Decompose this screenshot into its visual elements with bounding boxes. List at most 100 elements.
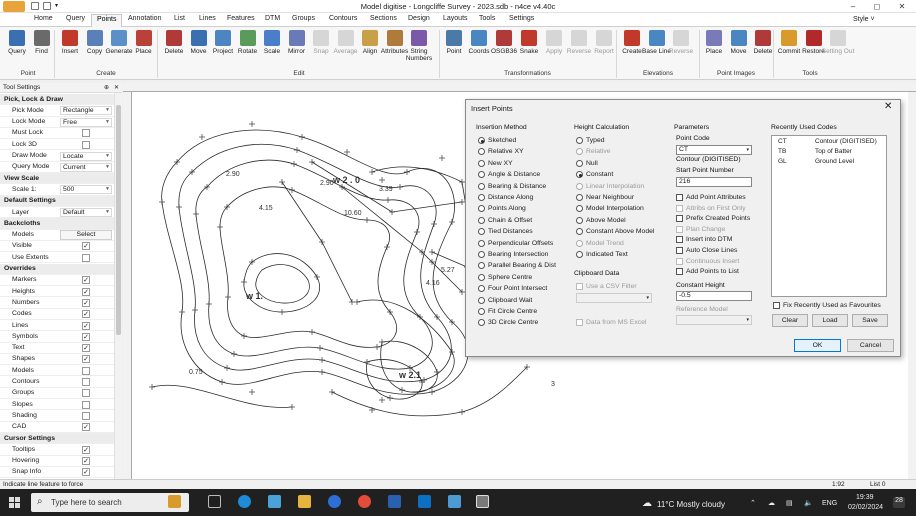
tab-settings[interactable]: Settings — [509, 15, 534, 22]
briefcase-icon[interactable] — [168, 495, 181, 508]
language-indicator[interactable]: ENG — [822, 500, 837, 507]
panel-section-pick-lock-draw[interactable]: ▪Pick, Lock & Draw — [0, 94, 114, 106]
tab-sections[interactable]: Sections — [370, 15, 397, 22]
tab-features[interactable]: Features — [227, 15, 255, 22]
markers-checkbox[interactable]: ✓ — [82, 276, 90, 285]
lock-3d-checkbox[interactable] — [82, 140, 90, 149]
visible-checkbox[interactable]: ✓ — [82, 242, 90, 251]
chrome-icon[interactable] — [358, 495, 371, 508]
transformations-report-button[interactable]: Report — [592, 30, 616, 70]
start-point-input[interactable]: 216 — [676, 177, 752, 187]
panel-section-overrides[interactable]: ▪Overrides — [0, 263, 114, 275]
outlook-icon[interactable] — [418, 495, 431, 508]
reference-model-select[interactable]: ▾ — [676, 315, 752, 325]
must-lock-checkbox[interactable] — [82, 129, 90, 138]
taskbar-search-box[interactable]: ⌕ Type here to search — [31, 493, 189, 512]
n4ce-taskbar-icon[interactable] — [476, 495, 489, 508]
canvas-vertical-scrollbar[interactable] — [908, 92, 916, 479]
draw-mode-select[interactable]: Locate ▼ — [60, 151, 112, 161]
onedrive-icon[interactable]: ☁ — [768, 499, 775, 507]
recent-code-row[interactable]: CT Contour (DIGITISED) — [772, 138, 886, 147]
models-select-button[interactable]: Select — [60, 229, 112, 240]
tab-query[interactable]: Query — [66, 15, 85, 22]
load-button[interactable]: Load — [812, 314, 848, 327]
tooltips-checkbox[interactable]: ✓ — [82, 445, 90, 454]
tab-contours[interactable]: Contours — [329, 15, 357, 22]
tray-chevron-icon[interactable]: ⌃ — [750, 499, 756, 507]
symbols-checkbox[interactable]: ✓ — [82, 332, 90, 341]
file-explorer-icon[interactable] — [298, 495, 311, 508]
tab-groups[interactable]: Groups — [292, 15, 315, 22]
close-window-button[interactable]: ✕ — [890, 1, 914, 12]
slopes-checkbox[interactable] — [82, 400, 90, 409]
tab-home[interactable]: Home — [34, 15, 53, 22]
cad-checkbox[interactable]: ✓ — [82, 423, 90, 432]
tab-lines[interactable]: Lines — [199, 15, 216, 22]
pick-mode-select[interactable]: Rectangle ▼ — [60, 106, 112, 116]
dialog-close-button[interactable]: ✕ — [884, 101, 892, 112]
hovering-checkbox[interactable]: ✓ — [82, 457, 90, 466]
codes-checkbox[interactable]: ✓ — [82, 310, 90, 319]
tab-annotation[interactable]: Annotation — [128, 15, 161, 22]
windows-start-icon[interactable] — [9, 497, 20, 508]
elevations-reverse-button[interactable]: Reverse — [669, 30, 693, 70]
edge-browser-icon[interactable] — [238, 495, 251, 508]
panel-scrollbar[interactable] — [114, 93, 122, 479]
query-mode-select[interactable]: Current ▼ — [60, 162, 112, 172]
contours-checkbox[interactable] — [82, 378, 90, 386]
zoom-icon[interactable] — [328, 495, 341, 508]
edit-string-numbers-button[interactable]: String Numbers — [406, 30, 432, 70]
save-button[interactable]: Save — [852, 314, 888, 327]
network-icon[interactable]: ▤ — [786, 499, 793, 507]
models-checkbox[interactable] — [82, 366, 90, 375]
word-icon[interactable] — [388, 495, 401, 508]
recent-codes-list[interactable]: CT Contour (DIGITISED) TB Top of Batter GL Gr… — [771, 135, 887, 297]
numbers-checkbox[interactable]: ✓ — [82, 298, 90, 307]
constant-height-input[interactable]: -0.5 — [676, 291, 752, 301]
tab-layouts[interactable]: Layouts — [443, 15, 468, 22]
recent-code-row[interactable]: TB Top of Batter — [772, 148, 886, 157]
csv-filter-select[interactable]: ▾ — [576, 293, 652, 303]
point-find-button[interactable]: Find — [30, 30, 54, 70]
groups-checkbox[interactable] — [82, 389, 90, 398]
pin-icon[interactable]: ⊕ — [104, 84, 109, 91]
lock-mode-select[interactable]: Free ▼ — [60, 117, 112, 127]
style-menu[interactable]: Style ˅ — [853, 16, 875, 23]
lines-checkbox[interactable]: ✓ — [82, 321, 90, 330]
volume-icon[interactable]: 🔈 — [804, 499, 813, 507]
panel-close-icon[interactable]: ✕ — [114, 84, 119, 91]
tab-points[interactable]: Points — [91, 14, 123, 27]
create-place-button[interactable]: Place — [132, 30, 156, 70]
heights-checkbox[interactable]: ✓ — [82, 287, 90, 296]
recent-code-row[interactable]: GL Ground Level — [772, 158, 886, 167]
panel-section-default-settings[interactable]: ▪Default Settings — [0, 195, 114, 207]
mail-icon[interactable] — [448, 495, 461, 508]
panel-section-backcloths[interactable]: ▪Backcloths — [0, 218, 114, 230]
use-extents-checkbox[interactable] — [82, 253, 90, 262]
shading-checkbox[interactable] — [82, 411, 90, 420]
maximize-button[interactable]: ◻ — [865, 1, 889, 12]
panel-section-cursor-settings[interactable]: ▪Cursor Settings — [0, 433, 114, 445]
snap-info-checkbox[interactable]: ✓ — [82, 468, 90, 477]
minimize-button[interactable]: – — [841, 1, 865, 12]
shapes-checkbox[interactable]: ✓ — [82, 355, 90, 364]
task-view-icon[interactable] — [208, 495, 221, 508]
clear-button[interactable]: Clear — [772, 314, 808, 327]
notification-badge[interactable]: 28 — [893, 497, 905, 508]
point-code-select[interactable]: CT ▾ — [676, 145, 752, 155]
scale-1-select[interactable]: 500 ▼ — [60, 185, 112, 195]
tab-design[interactable]: Design — [408, 15, 430, 22]
cancel-button[interactable]: Cancel — [847, 339, 894, 352]
panel-section-view-scale[interactable]: ▪View Scale — [0, 173, 114, 185]
tab-list[interactable]: List — [174, 15, 185, 22]
ok-button[interactable]: OK — [794, 339, 841, 352]
weather-text[interactable]: 11°C Mostly cloudy — [657, 500, 725, 509]
tab-tools[interactable]: Tools — [479, 15, 495, 22]
scroll-thumb[interactable] — [116, 105, 121, 335]
clock-date[interactable]: 02/02/2024 — [848, 504, 883, 511]
clock-time[interactable]: 19:39 — [856, 494, 874, 501]
text-checkbox[interactable]: ✓ — [82, 344, 90, 353]
layer-select[interactable]: Default ▼ — [60, 208, 112, 217]
tools-setting-out-button[interactable]: Setting Out — [822, 30, 854, 70]
tab-dtm[interactable]: DTM — [265, 15, 280, 22]
